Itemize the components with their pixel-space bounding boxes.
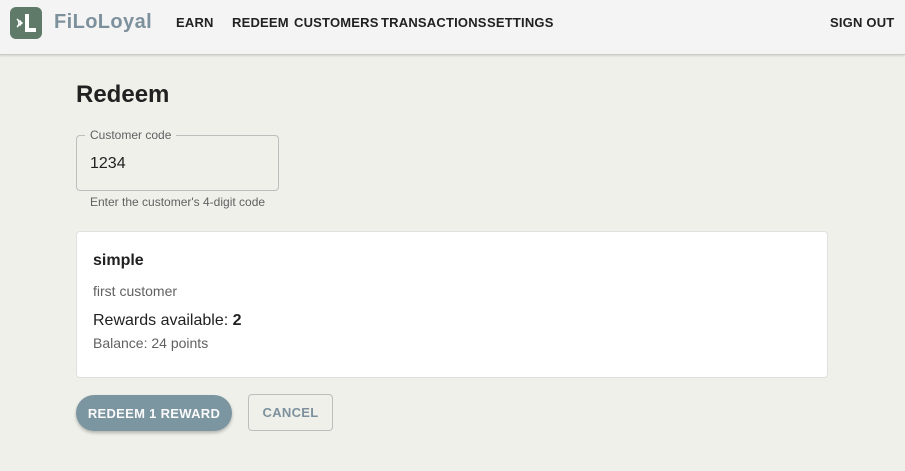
cancel-button[interactable]: CANCEL: [248, 394, 333, 431]
nav-redeem[interactable]: REDEEM: [232, 15, 289, 30]
customer-code-label: Customer code: [85, 128, 177, 142]
nav-earn[interactable]: EARN: [176, 15, 214, 30]
customer-card: simple first customer Rewards available:…: [76, 231, 828, 378]
app-bar: FiLoLoyal EARN REDEEM CUSTOMERS TRANSACT…: [0, 0, 905, 55]
customer-code-input[interactable]: 1234: [90, 155, 126, 173]
customer-name: simple: [93, 252, 144, 269]
balance-text: Balance: 24 points: [93, 335, 209, 351]
customer-code-helper: Enter the customer's 4-digit code: [90, 195, 266, 209]
redeem-reward-button[interactable]: REDEEM 1 REWARD: [76, 395, 232, 431]
nav-transactions[interactable]: TRANSACTIONS: [381, 15, 487, 30]
page-title: Redeem: [76, 81, 170, 108]
nav-customers[interactable]: CUSTOMERS: [294, 15, 379, 30]
nav-settings[interactable]: SETTINGS: [487, 15, 554, 30]
sign-out-button[interactable]: SIGN OUT: [830, 15, 894, 30]
rewards-count: 2: [232, 312, 242, 329]
rewards-available: Rewards available: 2: [93, 312, 242, 330]
rewards-label: Rewards available:: [93, 312, 233, 329]
brand-name[interactable]: FiLoLoyal: [54, 11, 152, 34]
customer-code-field[interactable]: Customer code 1234: [76, 128, 279, 191]
filoloyal-logo-icon[interactable]: [10, 7, 42, 39]
customer-description: first customer: [93, 283, 178, 299]
